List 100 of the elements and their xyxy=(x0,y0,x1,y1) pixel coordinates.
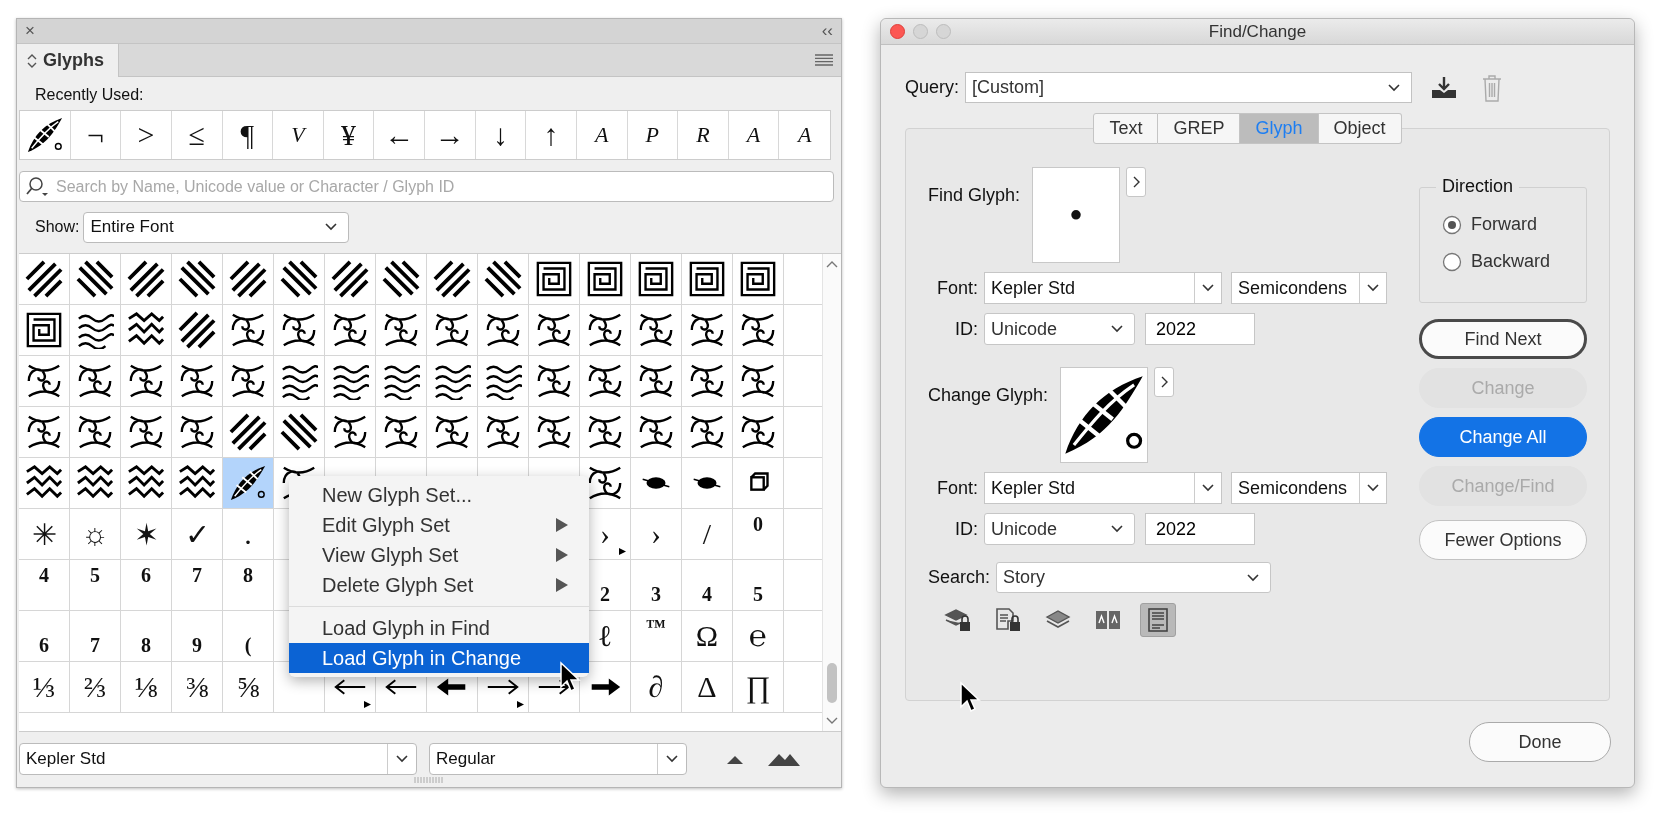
glyph-cell[interactable] xyxy=(478,407,529,458)
scrollbar-thumb[interactable] xyxy=(827,663,837,703)
glyph-cell[interactable] xyxy=(70,356,121,407)
glyph-cell[interactable] xyxy=(172,356,223,407)
radio-option[interactable]: Backward xyxy=(1442,251,1586,272)
glyph-cell[interactable]: 0 xyxy=(733,509,784,560)
done-button[interactable]: Done xyxy=(1469,722,1611,762)
collapse-button[interactable]: ‹‹ xyxy=(821,21,833,41)
recent-glyph[interactable]: A xyxy=(576,111,628,159)
glyph-menu-button[interactable] xyxy=(1154,367,1175,397)
recent-glyph[interactable]: A xyxy=(728,111,780,159)
recent-glyph[interactable]: ↑ xyxy=(526,111,577,159)
glyph-cell[interactable] xyxy=(733,458,784,509)
glyph-cell[interactable]: / xyxy=(682,509,733,560)
glyph-cell[interactable] xyxy=(19,356,70,407)
small-mountain-icon[interactable] xyxy=(725,753,745,765)
glyph-cell[interactable] xyxy=(631,305,682,356)
glyph-cell[interactable] xyxy=(631,458,682,509)
menu-item[interactable]: Load Glyph in Change xyxy=(289,643,589,673)
glyph-cell[interactable] xyxy=(733,356,784,407)
scroll-up-icon[interactable] xyxy=(826,260,838,268)
glyph-cell[interactable] xyxy=(682,254,733,305)
font-dropdown[interactable]: Kepler Std xyxy=(984,472,1222,504)
dialog-button[interactable]: Change All xyxy=(1419,417,1587,457)
glyph-cell[interactable] xyxy=(172,458,223,509)
close-button[interactable]: × xyxy=(25,21,35,41)
glyph-cell[interactable] xyxy=(733,407,784,458)
glyph-cell[interactable] xyxy=(529,305,580,356)
glyph-cell[interactable]: ⅝ xyxy=(223,662,274,713)
glyph-cell[interactable]: ™ xyxy=(631,611,682,662)
glyph-cell[interactable] xyxy=(478,254,529,305)
glyph-cell[interactable] xyxy=(733,254,784,305)
close-window-button[interactable] xyxy=(890,24,905,39)
glyph-cell[interactable] xyxy=(121,458,172,509)
tab[interactable]: GREP xyxy=(1158,113,1241,144)
glyph-cell[interactable] xyxy=(223,356,274,407)
glyph-cell[interactable]: 6 xyxy=(121,560,172,611)
glyph-cell[interactable] xyxy=(172,254,223,305)
search-field[interactable]: Search by Name, Unicode value or Character / Glyph ID xyxy=(19,171,834,202)
resize-grip-icon[interactable] xyxy=(414,776,444,784)
glyph-menu-button[interactable] xyxy=(1126,167,1147,197)
glyph-cell[interactable]: 5 xyxy=(733,560,784,611)
glyph-cell[interactable] xyxy=(580,305,631,356)
glyph-cell[interactable] xyxy=(223,407,274,458)
glyph-cell[interactable] xyxy=(631,254,682,305)
glyph-cell[interactable]: 4 xyxy=(682,560,733,611)
recent-glyph[interactable]: > xyxy=(121,111,172,159)
glyph-cell[interactable] xyxy=(580,254,631,305)
dialog-button[interactable]: Find Next xyxy=(1419,319,1587,359)
recent-glyph[interactable]: → xyxy=(425,111,476,159)
panel-tab[interactable]: Glyphs xyxy=(17,44,119,77)
recent-glyph[interactable]: V xyxy=(273,111,324,159)
save-query-icon[interactable] xyxy=(1430,75,1459,100)
style-dropdown[interactable]: Semicondens xyxy=(1231,472,1387,504)
glyph-cell[interactable] xyxy=(376,356,427,407)
glyph-cell[interactable]: ⅜ xyxy=(172,662,223,713)
tab[interactable]: Object xyxy=(1318,113,1402,144)
recent-glyph[interactable]: P xyxy=(627,111,679,159)
glyph-cell[interactable] xyxy=(172,305,223,356)
glyph-cell[interactable]: 7 xyxy=(70,611,121,662)
glyph-cell[interactable] xyxy=(427,305,478,356)
recent-glyph[interactable]: ≤ xyxy=(171,111,223,159)
glyph-cell[interactable]: 9 xyxy=(172,611,223,662)
glyph-cell[interactable]: ∂ xyxy=(631,662,682,713)
glyph-cell[interactable] xyxy=(325,305,376,356)
glyph-cell[interactable] xyxy=(682,458,733,509)
glyph-cell[interactable] xyxy=(682,407,733,458)
menu-icon[interactable] xyxy=(815,54,833,66)
glyph-cell[interactable] xyxy=(121,305,172,356)
search-scope-dropdown[interactable]: Story xyxy=(996,562,1272,593)
recent-glyph[interactable]: R xyxy=(678,111,729,159)
recent-glyph[interactable]: ¬ xyxy=(70,111,122,159)
glyph-cell[interactable] xyxy=(274,254,325,305)
glyph-cell[interactable] xyxy=(478,356,529,407)
glyph-cell[interactable]: . xyxy=(223,509,274,560)
recent-glyph[interactable]: ¶ xyxy=(222,111,274,159)
glyph-cell[interactable]: ✓ xyxy=(172,509,223,560)
glyph-cell[interactable] xyxy=(274,305,325,356)
glyph-cell[interactable] xyxy=(172,407,223,458)
glyph-cell[interactable] xyxy=(121,407,172,458)
glyph-cell[interactable] xyxy=(70,305,121,356)
glyph-cell[interactable] xyxy=(529,407,580,458)
glyph-cell[interactable] xyxy=(19,305,70,356)
glyph-cell[interactable] xyxy=(427,356,478,407)
radio-button[interactable] xyxy=(1442,214,1462,235)
radio-button[interactable] xyxy=(1442,251,1462,272)
glyph-cell[interactable] xyxy=(70,458,121,509)
glyph-cell[interactable] xyxy=(223,458,274,509)
glyph-cell[interactable]: ( xyxy=(223,611,274,662)
glyph-cell[interactable] xyxy=(223,254,274,305)
glyph-cell[interactable]: ⅔ xyxy=(70,662,121,713)
glyph-cell[interactable] xyxy=(682,356,733,407)
id-type-dropdown[interactable]: Unicode xyxy=(984,513,1135,545)
glyph-cell[interactable]: › xyxy=(631,509,682,560)
glyph-cell[interactable]: Δ xyxy=(682,662,733,713)
glyph-cell[interactable] xyxy=(70,407,121,458)
menu-item[interactable]: New Glyph Set... xyxy=(289,480,589,510)
glyph-cell[interactable]: 6 xyxy=(19,611,70,662)
id-type-dropdown[interactable]: Unicode xyxy=(984,313,1135,345)
glyph-cell[interactable] xyxy=(529,254,580,305)
